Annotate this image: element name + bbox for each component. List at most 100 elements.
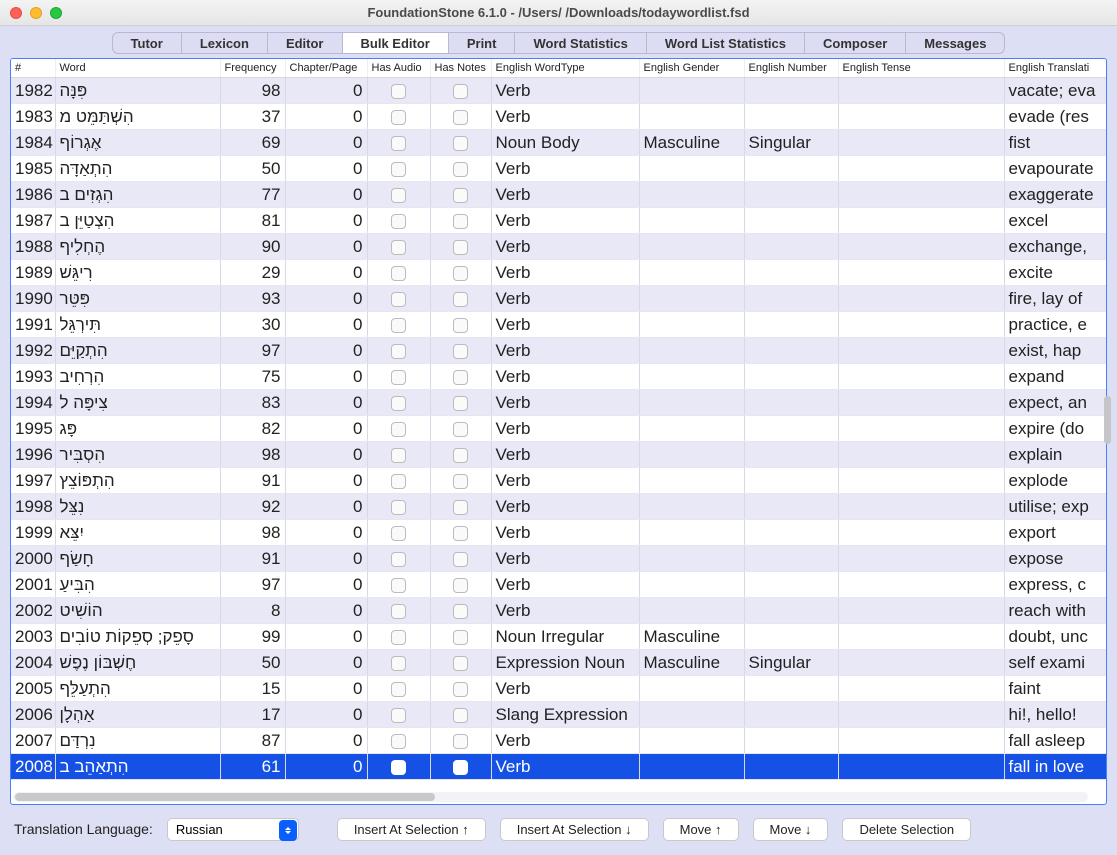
cell-eng-number[interactable]	[744, 519, 838, 545]
cell-has-audio[interactable]	[367, 649, 430, 675]
cell-has-notes[interactable]	[430, 597, 491, 623]
col-tense[interactable]: English Tense	[838, 59, 1004, 77]
checkbox-icon[interactable]	[391, 474, 406, 489]
cell-tense[interactable]	[838, 285, 1004, 311]
cell-chapter[interactable]: 0	[285, 155, 367, 181]
cell-eng-number[interactable]: Singular	[744, 129, 838, 155]
cell-chapter[interactable]: 0	[285, 311, 367, 337]
cell-eng-number[interactable]: Singular	[744, 649, 838, 675]
cell-chapter[interactable]: 0	[285, 467, 367, 493]
cell-wordtype[interactable]: Verb	[491, 571, 639, 597]
cell-wordtype[interactable]: Verb	[491, 467, 639, 493]
cell-frequency[interactable]: 50	[220, 155, 285, 181]
checkbox-icon[interactable]	[453, 110, 468, 125]
cell-word[interactable]: הִבִּיעַ	[55, 571, 220, 597]
cell-has-audio[interactable]	[367, 337, 430, 363]
cell-wordtype[interactable]: Verb	[491, 415, 639, 441]
cell-gender[interactable]	[639, 103, 744, 129]
cell-word[interactable]: הִתְקַיֵּם	[55, 337, 220, 363]
cell-eng-number[interactable]	[744, 155, 838, 181]
cell-gender[interactable]: Masculine	[639, 649, 744, 675]
horizontal-scrollbar[interactable]	[13, 792, 1088, 802]
cell-word[interactable]: הֶחְלִיף	[55, 233, 220, 259]
checkbox-icon[interactable]	[391, 734, 406, 749]
table-row[interactable]: 2003סָפֵק; סְפֵקוֹת טוֹבִים990Noun Irreg…	[11, 623, 1107, 649]
checkbox-icon[interactable]	[391, 188, 406, 203]
cell-frequency[interactable]: 30	[220, 311, 285, 337]
cell-chapter[interactable]: 0	[285, 259, 367, 285]
table-row[interactable]: 1996הִסְבִּיר980Verbexplain	[11, 441, 1107, 467]
checkbox-icon[interactable]	[453, 448, 468, 463]
cell-number[interactable]: 1993	[11, 363, 55, 389]
cell-number[interactable]: 1997	[11, 467, 55, 493]
cell-gender[interactable]	[639, 493, 744, 519]
cell-frequency[interactable]: 82	[220, 415, 285, 441]
cell-chapter[interactable]: 0	[285, 727, 367, 753]
cell-word[interactable]: צִיפָּה ל	[55, 389, 220, 415]
cell-frequency[interactable]: 75	[220, 363, 285, 389]
cell-has-audio[interactable]	[367, 415, 430, 441]
checkbox-icon[interactable]	[391, 344, 406, 359]
cell-wordtype[interactable]: Noun Body	[491, 129, 639, 155]
cell-eng-number[interactable]	[744, 181, 838, 207]
cell-has-audio[interactable]	[367, 753, 430, 779]
cell-frequency[interactable]: 93	[220, 285, 285, 311]
cell-has-notes[interactable]	[430, 441, 491, 467]
cell-translation[interactable]: evapourate	[1004, 155, 1107, 181]
cell-eng-number[interactable]	[744, 311, 838, 337]
cell-has-audio[interactable]	[367, 155, 430, 181]
cell-translation[interactable]: explain	[1004, 441, 1107, 467]
cell-tense[interactable]	[838, 597, 1004, 623]
cell-gender[interactable]	[639, 701, 744, 727]
checkbox-icon[interactable]	[391, 526, 406, 541]
cell-gender[interactable]	[639, 467, 744, 493]
checkbox-icon[interactable]	[453, 552, 468, 567]
cell-frequency[interactable]: 81	[220, 207, 285, 233]
cell-has-audio[interactable]	[367, 545, 430, 571]
cell-frequency[interactable]: 97	[220, 337, 285, 363]
cell-frequency[interactable]: 37	[220, 103, 285, 129]
cell-frequency[interactable]: 99	[220, 623, 285, 649]
cell-tense[interactable]	[838, 467, 1004, 493]
checkbox-icon[interactable]	[391, 318, 406, 333]
table-row[interactable]: 1985הִתְאַדָּה500Verbevapourate	[11, 155, 1107, 181]
table-row[interactable]: 1993הִרְחִיב750Verbexpand	[11, 363, 1107, 389]
cell-eng-number[interactable]	[744, 701, 838, 727]
table-row[interactable]: 1995פָּג820Verbexpire (do	[11, 415, 1107, 441]
cell-number[interactable]: 1984	[11, 129, 55, 155]
cell-chapter[interactable]: 0	[285, 207, 367, 233]
cell-has-notes[interactable]	[430, 545, 491, 571]
cell-chapter[interactable]: 0	[285, 701, 367, 727]
cell-number[interactable]: 2003	[11, 623, 55, 649]
cell-has-audio[interactable]	[367, 597, 430, 623]
cell-number[interactable]: 2008	[11, 753, 55, 779]
cell-translation[interactable]: expect, an	[1004, 389, 1107, 415]
cell-eng-number[interactable]	[744, 77, 838, 103]
cell-has-notes[interactable]	[430, 285, 491, 311]
cell-has-audio[interactable]	[367, 103, 430, 129]
translation-language-select[interactable]: Russian	[167, 818, 299, 841]
cell-has-notes[interactable]	[430, 363, 491, 389]
cell-has-notes[interactable]	[430, 493, 491, 519]
cell-wordtype[interactable]: Verb	[491, 363, 639, 389]
cell-word[interactable]: הִסְבִּיר	[55, 441, 220, 467]
cell-chapter[interactable]: 0	[285, 181, 367, 207]
cell-frequency[interactable]: 91	[220, 545, 285, 571]
cell-eng-number[interactable]	[744, 545, 838, 571]
cell-gender[interactable]: Masculine	[639, 623, 744, 649]
table-row[interactable]: 1994צִיפָּה ל830Verbexpect, an	[11, 389, 1107, 415]
cell-number[interactable]: 1994	[11, 389, 55, 415]
cell-gender[interactable]	[639, 389, 744, 415]
cell-translation[interactable]: hi!, hello!	[1004, 701, 1107, 727]
cell-gender[interactable]	[639, 675, 744, 701]
cell-has-notes[interactable]	[430, 571, 491, 597]
cell-tense[interactable]	[838, 519, 1004, 545]
cell-word[interactable]: רִיגֵּשׁ	[55, 259, 220, 285]
move-up-button[interactable]: Move ↑	[663, 818, 739, 841]
cell-wordtype[interactable]: Noun Irregular	[491, 623, 639, 649]
cell-tense[interactable]	[838, 363, 1004, 389]
col-number[interactable]: #	[11, 59, 55, 77]
col-gender[interactable]: English Gender	[639, 59, 744, 77]
cell-frequency[interactable]: 92	[220, 493, 285, 519]
cell-has-audio[interactable]	[367, 571, 430, 597]
